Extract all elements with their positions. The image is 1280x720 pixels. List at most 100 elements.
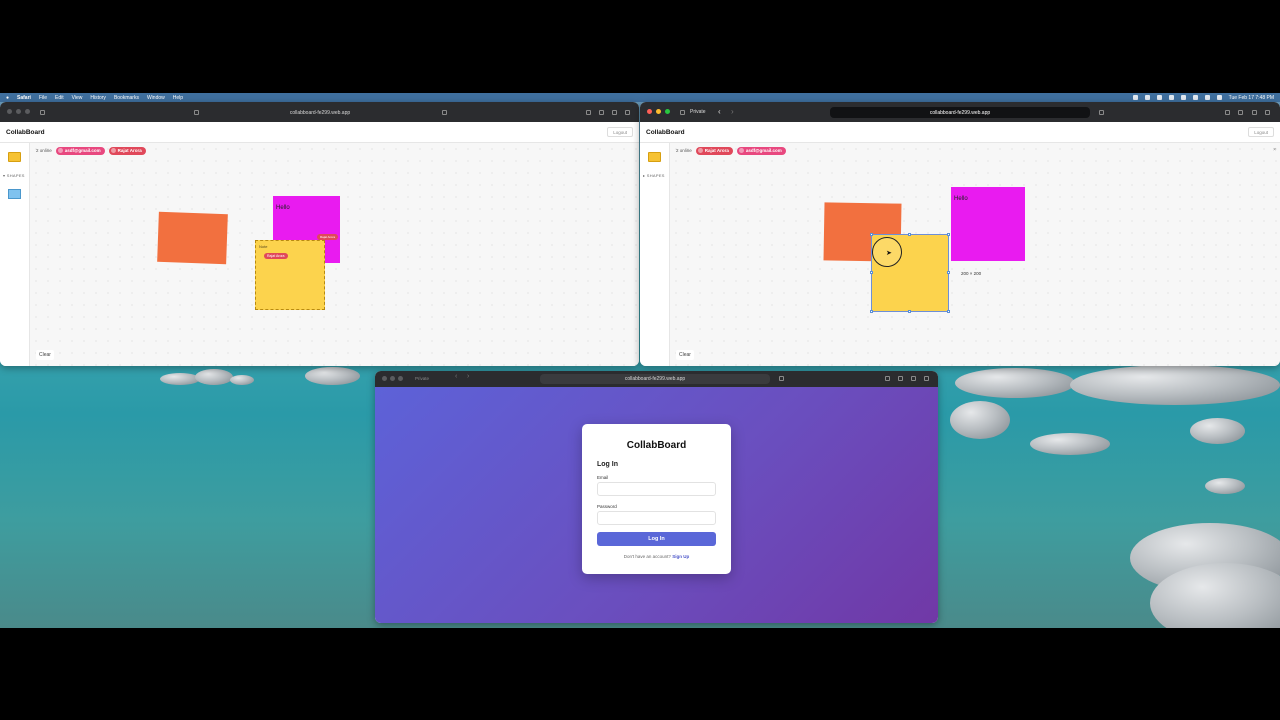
logout-button[interactable]: Logout [1248, 127, 1274, 137]
address-bar[interactable]: collabboard-fe299.web.app [830, 107, 1090, 118]
minimize-button[interactable] [656, 109, 661, 114]
shapes-section-label[interactable]: ▸ SHAPES [643, 173, 665, 178]
sticky-note[interactable]: Hello [951, 187, 1025, 261]
search-icon[interactable] [1204, 95, 1210, 100]
rock [1190, 418, 1245, 444]
menu-view[interactable]: View [72, 95, 83, 101]
zoom-button[interactable] [665, 109, 670, 114]
menu-clock[interactable]: Tue Feb 17 7:48 PM [1229, 95, 1274, 101]
clear-button[interactable]: Clear [676, 350, 694, 360]
menu-help[interactable]: Help [173, 95, 183, 101]
browser-window-login: Private ‹ › collabboard-fe299.web.app Co… [375, 371, 938, 623]
share-icon[interactable] [898, 376, 903, 381]
reload-icon[interactable] [442, 110, 447, 115]
rock [950, 401, 1010, 439]
shapes-section-label[interactable]: ▾ SHAPES [3, 173, 25, 178]
resize-handle[interactable] [947, 271, 950, 274]
close-button[interactable] [382, 376, 387, 381]
tabs-icon[interactable] [625, 110, 630, 115]
remote-cursor-label: Rajat Arora [264, 253, 288, 259]
minimize-button[interactable] [390, 376, 395, 381]
menu-file[interactable]: File [39, 95, 47, 101]
resize-handle[interactable] [870, 271, 873, 274]
download-icon[interactable] [1225, 110, 1230, 115]
menu-bookmarks[interactable]: Bookmarks [114, 95, 139, 101]
back-icon[interactable]: ‹ [718, 107, 721, 116]
contrast-icon[interactable] [1099, 110, 1104, 115]
minimize-button[interactable] [16, 109, 21, 114]
menu-history[interactable]: History [90, 95, 106, 101]
resize-handle[interactable] [870, 310, 873, 313]
download-icon[interactable] [885, 376, 890, 381]
forward-icon[interactable]: › [731, 107, 734, 116]
forward-icon[interactable]: › [467, 373, 469, 380]
resize-handle[interactable] [908, 233, 911, 236]
resize-handle[interactable] [870, 233, 873, 236]
control-center-icon[interactable] [1216, 95, 1222, 100]
zoom-button[interactable] [398, 376, 403, 381]
address-bar[interactable]: collabboard-fe299.web.app [540, 374, 770, 384]
whiteboard-canvas[interactable]: 2 online asdf@gmail.com Rajat Arora Hell… [30, 143, 639, 366]
shield-icon[interactable] [194, 110, 199, 115]
close-button[interactable] [647, 109, 652, 114]
close-button[interactable] [7, 109, 12, 114]
logout-button[interactable]: Logout [607, 127, 633, 137]
rock [230, 375, 254, 385]
user-pill: asdf@gmail.com [55, 146, 105, 155]
menu-edit[interactable]: Edit [55, 95, 64, 101]
password-label: Password [597, 504, 617, 509]
password-field[interactable] [597, 511, 716, 525]
status-icon[interactable] [1168, 95, 1174, 100]
resize-handle[interactable] [947, 233, 950, 236]
wifi-icon[interactable] [1180, 95, 1186, 100]
email-label: Email [597, 475, 609, 480]
battery-icon[interactable] [1192, 95, 1198, 100]
rock [195, 369, 233, 385]
back-icon[interactable]: ‹ [455, 373, 457, 380]
tool-sidebar: ▸ SHAPES [640, 143, 670, 366]
whiteboard-canvas[interactable]: 2 online Rajat Arora asdf@gmail.com × He… [670, 143, 1280, 366]
cursor-highlight: ➤ [872, 237, 902, 267]
address-bar[interactable]: collabboard-fe299.web.app [210, 107, 430, 118]
zoom-button[interactable] [25, 109, 30, 114]
sticky-note[interactable]: Note Rajat Arora [255, 240, 325, 310]
rock [305, 367, 360, 385]
new-tab-icon[interactable] [911, 376, 916, 381]
avatar [57, 148, 63, 153]
resize-handle[interactable] [947, 310, 950, 313]
menu-app-name[interactable]: Safari [17, 95, 31, 101]
tabs-icon[interactable] [1265, 110, 1270, 115]
browser-toolbar: Private ‹ › collabboard-fe299.web.app [375, 371, 938, 387]
rectangle-tool[interactable] [8, 189, 21, 199]
status-icon[interactable] [1156, 95, 1162, 100]
signup-link[interactable]: Sign Up [672, 554, 689, 559]
close-icon[interactable]: × [1273, 147, 1276, 153]
email-field[interactable] [597, 482, 716, 496]
menu-window[interactable]: Window [147, 95, 165, 101]
apple-icon[interactable]: ● [6, 95, 9, 101]
menu-bar: ● Safari File Edit View History Bookmark… [0, 93, 1280, 102]
rock [955, 368, 1075, 398]
status-icon[interactable] [1132, 95, 1138, 100]
app-header: CollabBoard Logout [640, 122, 1280, 143]
pointer-icon: ➤ [886, 250, 892, 257]
download-icon[interactable] [586, 110, 591, 115]
clear-button[interactable]: Clear [36, 350, 54, 360]
rock [1205, 478, 1245, 494]
share-icon[interactable] [599, 110, 604, 115]
sidebar-icon[interactable] [680, 110, 685, 115]
new-tab-icon[interactable] [1252, 110, 1257, 115]
login-button[interactable]: Log In [597, 532, 716, 546]
letterbox-top [0, 0, 1280, 93]
contrast-icon[interactable] [779, 376, 784, 381]
new-tab-icon[interactable] [612, 110, 617, 115]
status-icon[interactable] [1144, 95, 1150, 100]
dimensions-label: 200 × 200 [961, 271, 982, 276]
tabs-icon[interactable] [924, 376, 929, 381]
sticky-note-tool[interactable] [648, 152, 661, 162]
rectangle-shape[interactable] [157, 211, 228, 265]
sticky-note-tool[interactable] [8, 152, 21, 162]
sidebar-icon[interactable] [40, 110, 45, 115]
share-icon[interactable] [1238, 110, 1243, 115]
resize-handle[interactable] [908, 310, 911, 313]
